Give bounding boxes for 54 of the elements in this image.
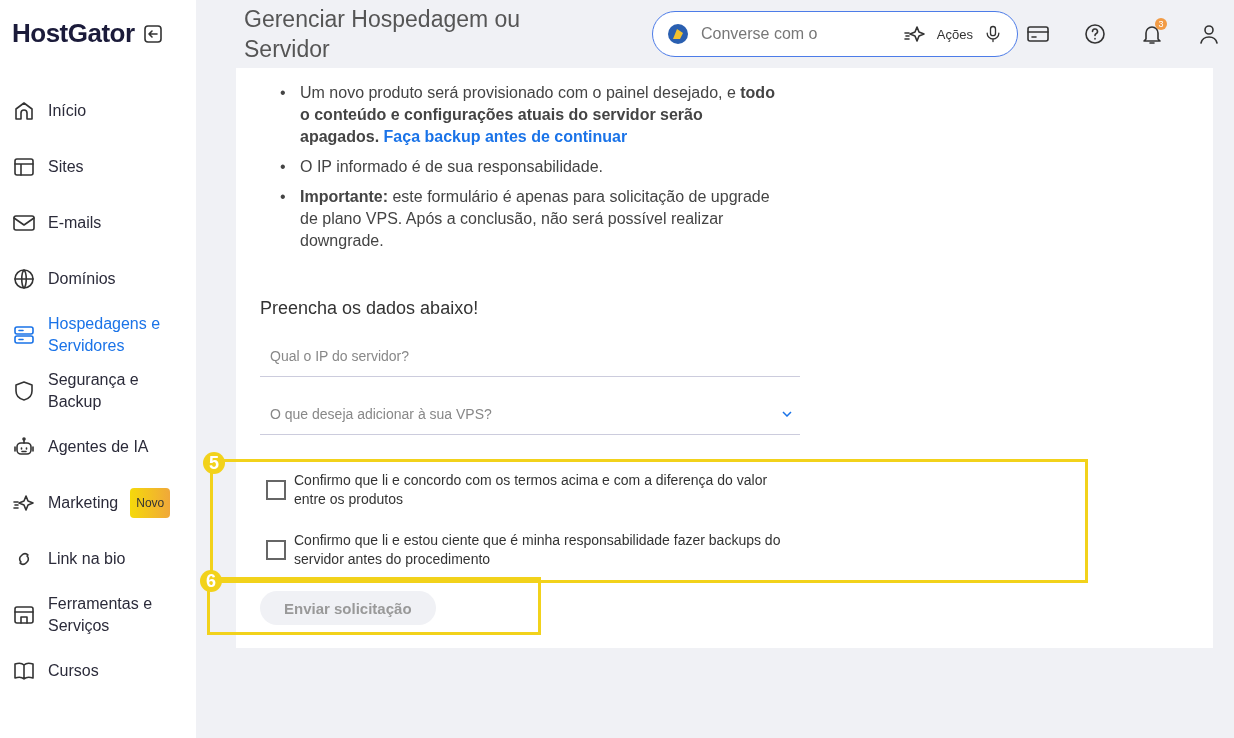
- step-number: 6: [200, 570, 222, 592]
- help-icon[interactable]: [1083, 22, 1107, 46]
- sidebar-item[interactable]: Agentes de IA: [12, 425, 196, 469]
- sidebar-item[interactable]: Domínios: [12, 257, 196, 301]
- sidebar-item[interactable]: Cursos: [12, 649, 196, 693]
- item-label: Início: [48, 101, 88, 121]
- form-title: Preencha os dados abaixo!: [260, 298, 480, 319]
- checkbox[interactable]: [266, 480, 286, 500]
- bullet-text: O IP informado é de sua responsabilidade.: [300, 157, 604, 177]
- checkbox-label: Confirmo que li e concordo com os termos acima e com a diferença do valor entre os produtos: [294, 471, 769, 509]
- bullet-text: Importante: este formulário é apenas para solicitação de upgrade de plano VPS. Após a conclusão, não será possível realizar downgrade.: [300, 187, 771, 251]
- item-label: Marketing: [48, 493, 119, 513]
- collapse-button[interactable]: [142, 23, 163, 44]
- bullet-marker: •: [280, 83, 287, 103]
- notification-count: 3: [1155, 18, 1167, 30]
- sidebar-item[interactable]: E-mails: [12, 201, 196, 245]
- home-icon: [12, 99, 36, 123]
- layout-icon: [12, 155, 36, 179]
- actions-label[interactable]: Ações: [936, 26, 973, 42]
- item-label: Cursos: [48, 661, 100, 681]
- globe-icon: [12, 267, 36, 291]
- logo[interactable]: HostGator: [12, 18, 135, 49]
- sidebar-item[interactable]: Segurança e Backup: [12, 369, 196, 413]
- checkbox[interactable]: [266, 540, 286, 560]
- chat-field[interactable]: Converse com o Ações: [652, 11, 1018, 57]
- sidebar-item[interactable]: Sites: [12, 145, 196, 189]
- item-label: Link na bio: [48, 549, 127, 569]
- chevron-down-icon: [782, 410, 792, 417]
- item-label: Sites: [48, 157, 85, 177]
- sidebar-item[interactable]: Link na bio: [12, 537, 196, 581]
- sidebar-item[interactable]: Hospedagens e Servidores: [12, 313, 196, 357]
- item-label: Segurança e Backup: [48, 370, 140, 412]
- bullet-marker: •: [280, 157, 287, 177]
- sidebar-item[interactable]: Ferramentas e Serviços: [12, 593, 196, 637]
- user-icon[interactable]: [1197, 22, 1221, 46]
- item-label: E-mails: [48, 213, 103, 233]
- checkbox-label: Confirmo que li e estou ciente que é minha responsabilidade fazer backups do servidor antes do procedimento: [294, 531, 782, 569]
- book-icon: [12, 659, 36, 683]
- item-label: Ferramentas e Serviços: [48, 594, 154, 636]
- sidebar-item[interactable]: Marketing Novo: [12, 481, 196, 525]
- bullet-marker: •: [280, 187, 287, 207]
- backup-link[interactable]: Faça backup antes de continuar: [383, 128, 628, 145]
- new-badge: Novo: [130, 488, 171, 518]
- store-icon: [12, 603, 36, 627]
- shield-icon: [12, 379, 36, 403]
- server-icon: [12, 323, 36, 347]
- page-title: Gerenciar Hospedagem ou Servidor: [244, 5, 522, 64]
- step-number: 5: [203, 452, 225, 474]
- item-label: Agentes de IA: [48, 437, 150, 457]
- bullet-text: Um novo produto será provisionado com o painel desejado, e todo o conteúdo e configurações atuais do servidor serão apagados. Faça backup antes de continuar: [300, 83, 776, 147]
- item-label: Domínios: [48, 269, 117, 289]
- mascot-icon: [667, 23, 689, 45]
- item-label: Hospedagens e Servidores: [48, 314, 162, 356]
- sidebar-item[interactable]: Início: [12, 89, 196, 133]
